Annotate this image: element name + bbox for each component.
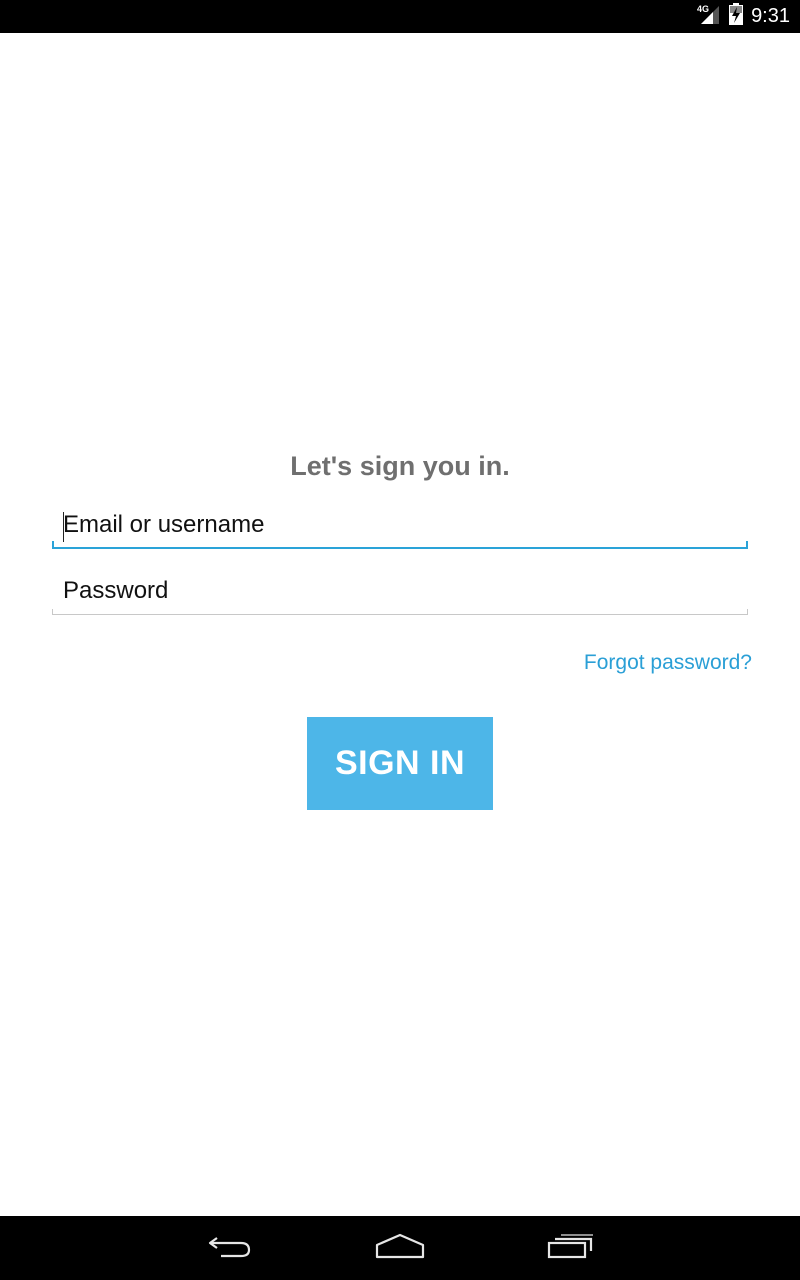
sign-in-screen: Let's sign you in. Forgot password? SIGN… [0,33,800,1216]
status-icons: 4G 9:31 [697,0,790,33]
navigation-bar [0,1216,800,1280]
home-button[interactable] [370,1230,430,1266]
back-button[interactable] [200,1230,260,1266]
back-icon [207,1233,253,1264]
status-bar: 4G 9:31 [0,0,800,33]
password-field-container [52,569,748,615]
text-cursor [63,512,64,542]
clock: 9:31 [751,5,790,27]
recents-button[interactable] [541,1230,601,1266]
email-field-underline [52,541,748,549]
password-field-underline [52,609,748,615]
recents-icon [547,1233,595,1264]
sign-in-button[interactable]: SIGN IN [307,717,493,810]
password-field[interactable] [52,569,748,613]
network-type-label: 4G [697,4,709,14]
email-field-container [52,503,748,549]
cellular-signal-icon: 4G [697,3,721,30]
home-icon [375,1233,425,1264]
battery-icon [729,3,744,30]
page-title: Let's sign you in. [290,451,510,481]
forgot-password-link[interactable]: Forgot password? [584,651,752,675]
